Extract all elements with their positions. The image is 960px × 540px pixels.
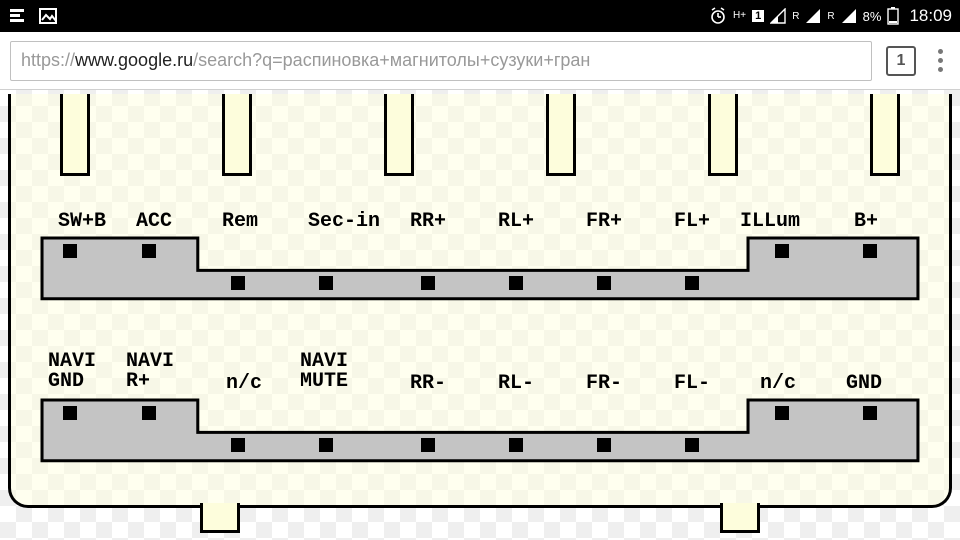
pin-row-bottom: NAVI GND NAVI R+ n/c NAVI MUTE RR- RL- FR- FL-n… — [40, 352, 920, 462]
pin-contact — [863, 406, 877, 420]
android-statusbar: H+ 1 R R 8% 18:09 — [0, 0, 960, 32]
pin-contact — [597, 276, 611, 290]
pin-labels-top: SW+B ACC Rem Sec-in RR+ RL+ FR+ FL+ ILLum B+ — [40, 190, 920, 236]
clock: 18:09 — [909, 6, 952, 26]
pin-label: GND — [846, 374, 882, 394]
pin-labels-bottom: NAVI GND NAVI R+ n/c NAVI MUTE RR- RL- FR- FL-n… — [40, 352, 920, 398]
pin-contact — [63, 244, 77, 258]
pin-contact — [685, 276, 699, 290]
pin-contact — [231, 276, 245, 290]
pin-label: RR- — [410, 374, 446, 394]
pin-contact — [509, 438, 523, 452]
battery-pct: 8% — [863, 9, 882, 24]
page-content[interactable]: SW+B ACC Rem Sec-in RR+ RL+ FR+ FL+ ILLum B+ NAVI… — [0, 90, 960, 540]
tab-switcher[interactable]: 1 — [886, 46, 916, 76]
pin-contact — [319, 276, 333, 290]
pin-contact — [63, 406, 77, 420]
pin-label: ILLum — [740, 212, 800, 232]
pin-label: n/c — [226, 374, 262, 394]
sim3-r: R — [827, 11, 834, 22]
pin-label: RL- — [498, 374, 534, 394]
pin-label: NAVI GND — [48, 352, 96, 392]
bottom-key-tabs — [200, 503, 760, 533]
pin-contact — [597, 438, 611, 452]
pin-contact — [863, 244, 877, 258]
pin-contact — [142, 244, 156, 258]
url-domain: www.google.ru — [75, 50, 193, 71]
pin-label: RR+ — [410, 212, 446, 232]
pin-label: Rem — [222, 212, 258, 232]
pin-label: n/c — [760, 374, 796, 394]
signal2-icon — [805, 8, 821, 24]
pin-contact — [142, 406, 156, 420]
signal1-icon — [770, 8, 786, 24]
tab-count-value: 1 — [897, 52, 906, 70]
top-key-slots — [60, 94, 900, 178]
pin-contact — [775, 406, 789, 420]
alarm-icon — [709, 7, 727, 25]
pin-label: SW+B — [58, 212, 106, 232]
pin-label: FR+ — [586, 212, 622, 232]
pin-contact — [231, 438, 245, 452]
pin-contact — [685, 438, 699, 452]
pin-label: B+ — [854, 212, 878, 232]
pin-label: ACC — [136, 212, 172, 232]
pin-label: FR- — [586, 374, 622, 394]
app-icon — [8, 6, 28, 26]
pin-contact — [319, 438, 333, 452]
pin-label: NAVI MUTE — [300, 352, 348, 392]
pin-label: Sec-in — [308, 212, 380, 232]
connector-diagram: SW+B ACC Rem Sec-in RR+ RL+ FR+ FL+ ILLum B+ NAVI… — [0, 90, 960, 538]
overflow-menu-icon[interactable] — [930, 49, 950, 72]
signal3-icon — [841, 8, 857, 24]
pin-label: FL- — [674, 374, 710, 394]
pin-label: RL+ — [498, 212, 534, 232]
pin-label: NAVI R+ — [126, 352, 174, 392]
url-input[interactable]: https://www.google.ru/search?q=распиновк… — [10, 41, 872, 81]
battery-icon — [887, 7, 899, 25]
pin-contact — [421, 438, 435, 452]
url-path: /search?q=распиновка+магнитолы+сузуки+гр… — [193, 50, 590, 71]
browser-urlbar: https://www.google.ru/search?q=распиновк… — [0, 32, 960, 90]
url-prefix: https:// — [21, 50, 75, 71]
pin-contact — [775, 244, 789, 258]
pin-row-top: SW+B ACC Rem Sec-in RR+ RL+ FR+ FL+ ILLum B+ — [40, 190, 920, 300]
pin-label: FL+ — [674, 212, 710, 232]
pin-contact — [509, 276, 523, 290]
image-icon — [38, 6, 58, 26]
pin-contact — [421, 276, 435, 290]
sim2-r: R — [792, 11, 799, 22]
net-badge: H+ — [733, 11, 746, 21]
sim1-badge: 1 — [752, 10, 764, 22]
